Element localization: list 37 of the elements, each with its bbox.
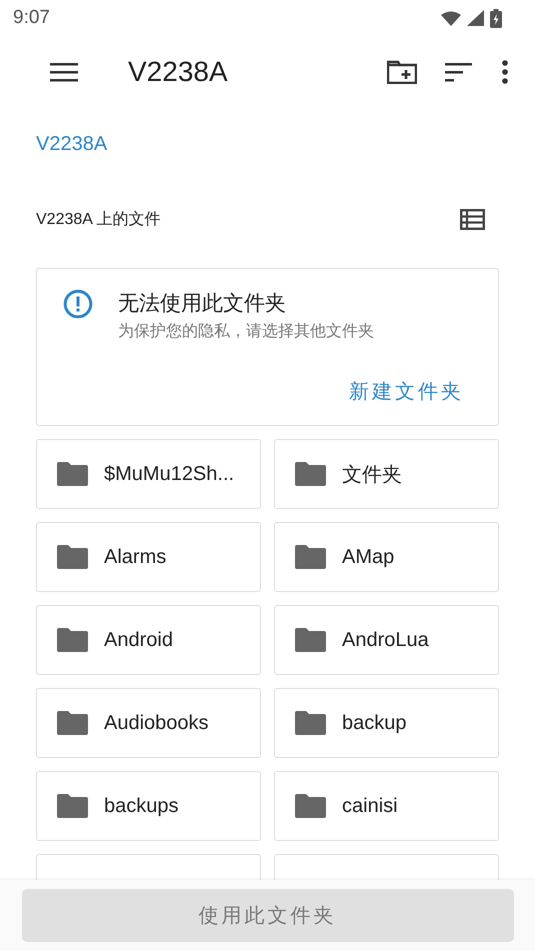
- menu-icon: [50, 62, 78, 82]
- folder-icon: [295, 462, 326, 486]
- use-folder-button: 使用此文件夹: [22, 889, 514, 942]
- folder-icon: [295, 545, 326, 569]
- breadcrumb-item[interactable]: V2238A: [36, 132, 108, 156]
- status-time: 9:07: [13, 7, 50, 29]
- section-title: V2238A 上的文件: [36, 210, 160, 230]
- folder-icon: [57, 794, 88, 818]
- folder-icon: [57, 462, 88, 486]
- signal-icon: [467, 10, 484, 26]
- battery-icon: [490, 8, 502, 28]
- new-folder-link[interactable]: 新建文件夹: [349, 378, 464, 405]
- folder-tile[interactable]: Android: [36, 605, 261, 675]
- folder-tile[interactable]: AMap: [274, 522, 499, 592]
- folder-icon: [57, 545, 88, 569]
- wifi-icon: [441, 10, 461, 26]
- folder-tile[interactable]: cainisi: [274, 771, 499, 841]
- folder-icon: [295, 794, 326, 818]
- folder-icon: [57, 628, 88, 652]
- folder-tile[interactable]: backups: [36, 771, 261, 841]
- more-icon: [501, 60, 509, 84]
- folder-tile[interactable]: Audiobooks: [36, 688, 261, 758]
- folder-tile[interactable]: backup: [274, 688, 499, 758]
- folder-icon: [295, 711, 326, 735]
- list-view-icon: [460, 208, 485, 230]
- toolbar-title: V2238A: [128, 56, 229, 88]
- folder-icon: [295, 628, 326, 652]
- info-icon: [63, 289, 93, 319]
- folder-tile[interactable]: Alarms: [36, 522, 261, 592]
- folder-tile[interactable]: 文件夹: [274, 439, 499, 509]
- folder-plus-icon: [387, 60, 417, 84]
- notice-message: 为保护您的隐私，请选择其他文件夹: [118, 322, 374, 342]
- folder-tile[interactable]: $MuMu12Sh...: [36, 439, 261, 509]
- folder-icon: [57, 711, 88, 735]
- sort-icon: [445, 62, 473, 82]
- notice-title: 无法使用此文件夹: [118, 291, 287, 317]
- folder-tile[interactable]: AndroLua: [274, 605, 499, 675]
